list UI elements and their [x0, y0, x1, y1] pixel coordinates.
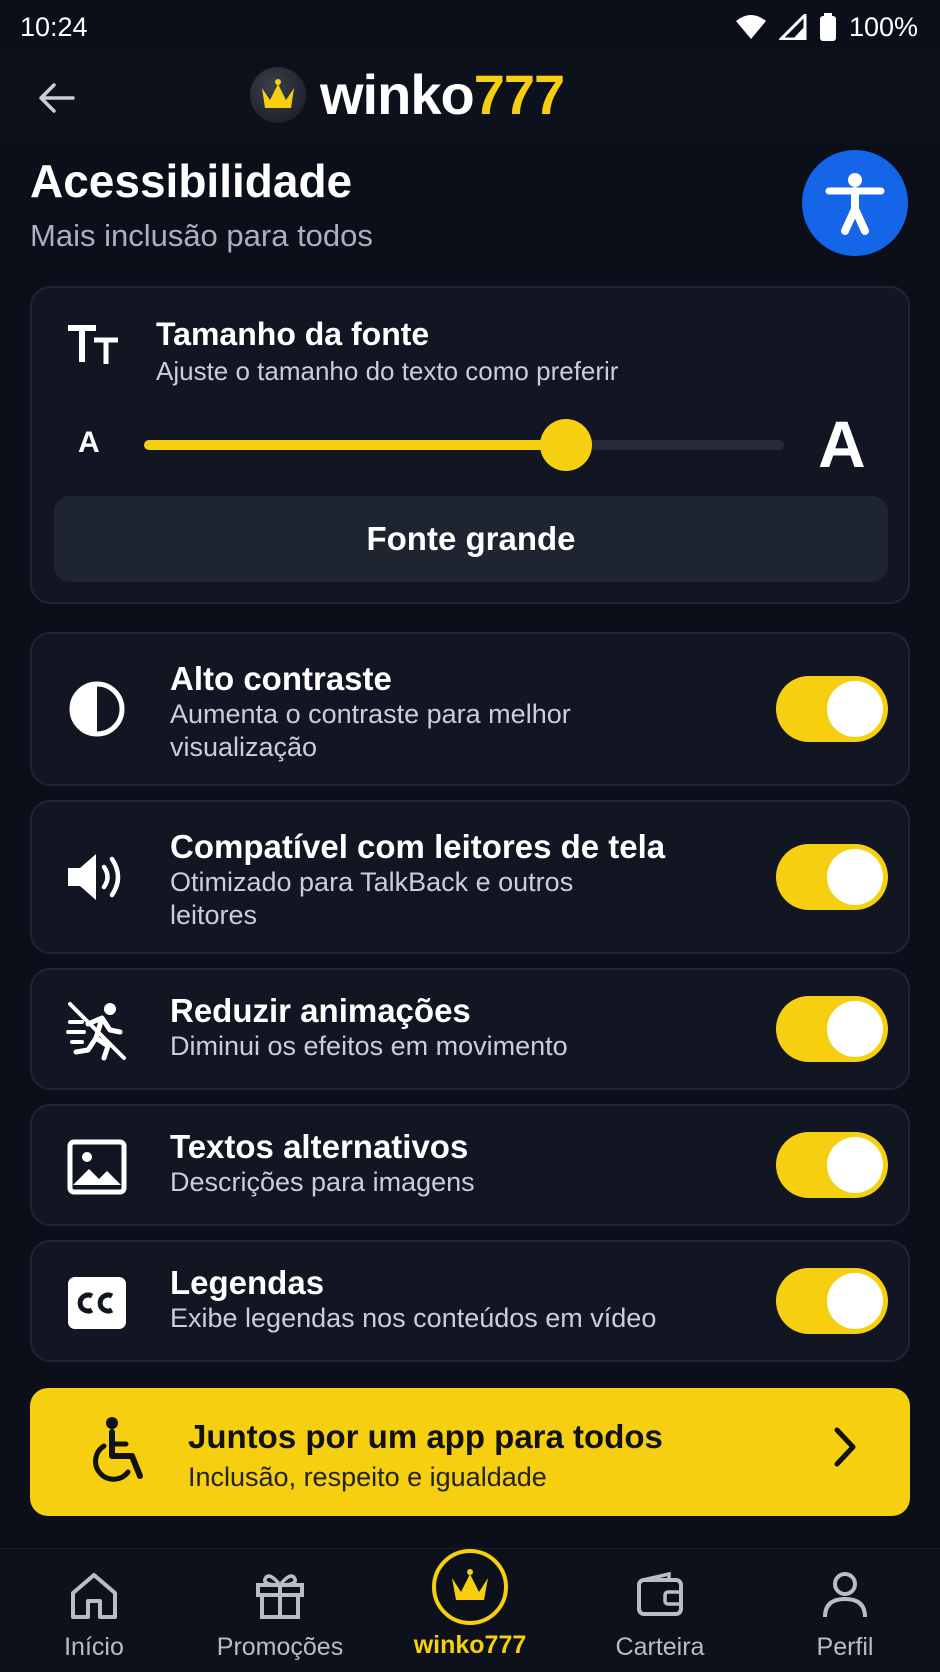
nav-label: Perfil — [816, 1633, 874, 1661]
alt-text-toggle[interactable] — [776, 1132, 888, 1198]
closed-captions-icon — [66, 1272, 128, 1334]
setting-title: Compatível com leitores de tela — [170, 828, 666, 865]
slider-thumb[interactable] — [540, 419, 593, 471]
status-bar: 10:24 100% — [0, 0, 940, 54]
setting-description: Aumenta o contraste para melhor visualiz… — [170, 699, 571, 762]
home-icon — [69, 1567, 119, 1623]
screen-reader-toggle[interactable] — [776, 844, 888, 910]
accessibility-button[interactable] — [802, 150, 908, 256]
arrow-left-icon — [39, 83, 75, 113]
banner-subtitle: Inclusão, respeito e igualdade — [188, 1462, 547, 1492]
bottom-navigation: Início Promoções winko777 Carteira Perfi… — [0, 1548, 940, 1672]
setting-title: Reduzir animações — [170, 992, 471, 1029]
high-contrast-toggle[interactable] — [776, 676, 888, 742]
setting-row-alt-text[interactable]: Textos alternativos Descrições para imag… — [30, 1104, 910, 1226]
setting-row-screen-reader[interactable]: Compatível com leitores de tela Otimizad… — [30, 800, 910, 954]
nav-home[interactable]: Início — [44, 1549, 144, 1672]
nav-promotions[interactable]: Promoções — [200, 1549, 360, 1672]
text-size-icon — [68, 325, 118, 364]
gift-icon — [255, 1567, 305, 1623]
battery-icon — [819, 13, 836, 41]
back-button[interactable] — [30, 72, 82, 124]
speaker-icon — [66, 846, 128, 908]
status-time: 10:24 — [20, 11, 88, 42]
setting-row-captions[interactable]: Legendas Exibe legendas nos conteúdos em… — [30, 1240, 910, 1362]
setting-description: Descrições para imagens — [170, 1167, 475, 1197]
reduce-motion-toggle[interactable] — [776, 996, 888, 1062]
page-title: Acessibilidade — [30, 155, 353, 207]
nav-label: Carteira — [615, 1633, 705, 1661]
setting-description: Otimizado para TalkBack e outros leitore… — [170, 867, 574, 930]
crown-icon — [432, 1549, 508, 1625]
setting-title: Textos alternativos — [170, 1128, 469, 1165]
banner-title: Juntos por um app para todos — [188, 1418, 663, 1455]
slider-max-label: A — [818, 407, 866, 481]
contrast-icon — [66, 678, 128, 740]
wallet-icon — [635, 1567, 685, 1623]
setting-description: Exibe legendas nos conteúdos em vídeo — [170, 1303, 657, 1333]
setting-row-reduce-motion[interactable]: Reduzir animações Diminui os efeitos em … — [30, 968, 910, 1090]
wheelchair-icon — [93, 1417, 143, 1482]
nav-wallet[interactable]: Carteira — [600, 1549, 720, 1672]
font-size-slider[interactable] — [144, 419, 784, 471]
font-size-description: Ajuste o tamanho do texto como preferir — [156, 356, 619, 386]
nav-label: Início — [64, 1633, 124, 1661]
nav-profile[interactable]: Perfil — [790, 1549, 900, 1672]
inclusion-banner[interactable]: Juntos por um app para todos Inclusão, r… — [30, 1388, 910, 1516]
font-size-title: Tamanho da fonte — [156, 316, 430, 352]
captions-toggle[interactable] — [776, 1268, 888, 1334]
image-icon — [66, 1136, 128, 1198]
setting-description: Diminui os efeitos em movimento — [170, 1031, 568, 1061]
crown-logo-icon — [250, 66, 306, 123]
large-font-button[interactable]: Fonte grande — [54, 496, 888, 582]
nav-winko777[interactable]: winko777 — [400, 1549, 540, 1672]
page-subtitle: Mais inclusão para todos — [30, 218, 373, 253]
accessibility-icon — [825, 173, 885, 235]
setting-title: Legendas — [170, 1264, 325, 1301]
nav-label: winko777 — [413, 1631, 527, 1659]
person-icon — [822, 1567, 868, 1623]
reduce-motion-icon — [66, 1000, 128, 1062]
wifi-icon — [735, 15, 766, 39]
setting-title: Alto contraste — [170, 660, 392, 697]
nav-label: Promoções — [216, 1633, 344, 1661]
slider-fill — [144, 440, 567, 450]
font-size-card: Tamanho da fonte Ajuste o tamanho do tex… — [30, 286, 910, 604]
slider-min-label: A — [78, 426, 100, 459]
battery-percent: 100% — [848, 11, 918, 42]
chevron-right-icon — [834, 1427, 856, 1467]
brand-logo: winko777 — [250, 62, 565, 127]
setting-row-high-contrast[interactable]: Alto contraste Aumenta o contraste para … — [30, 632, 910, 786]
signal-icon — [778, 14, 807, 40]
app-bar: winko777 — [0, 54, 940, 138]
brand-wordmark: winko777 — [320, 63, 565, 126]
